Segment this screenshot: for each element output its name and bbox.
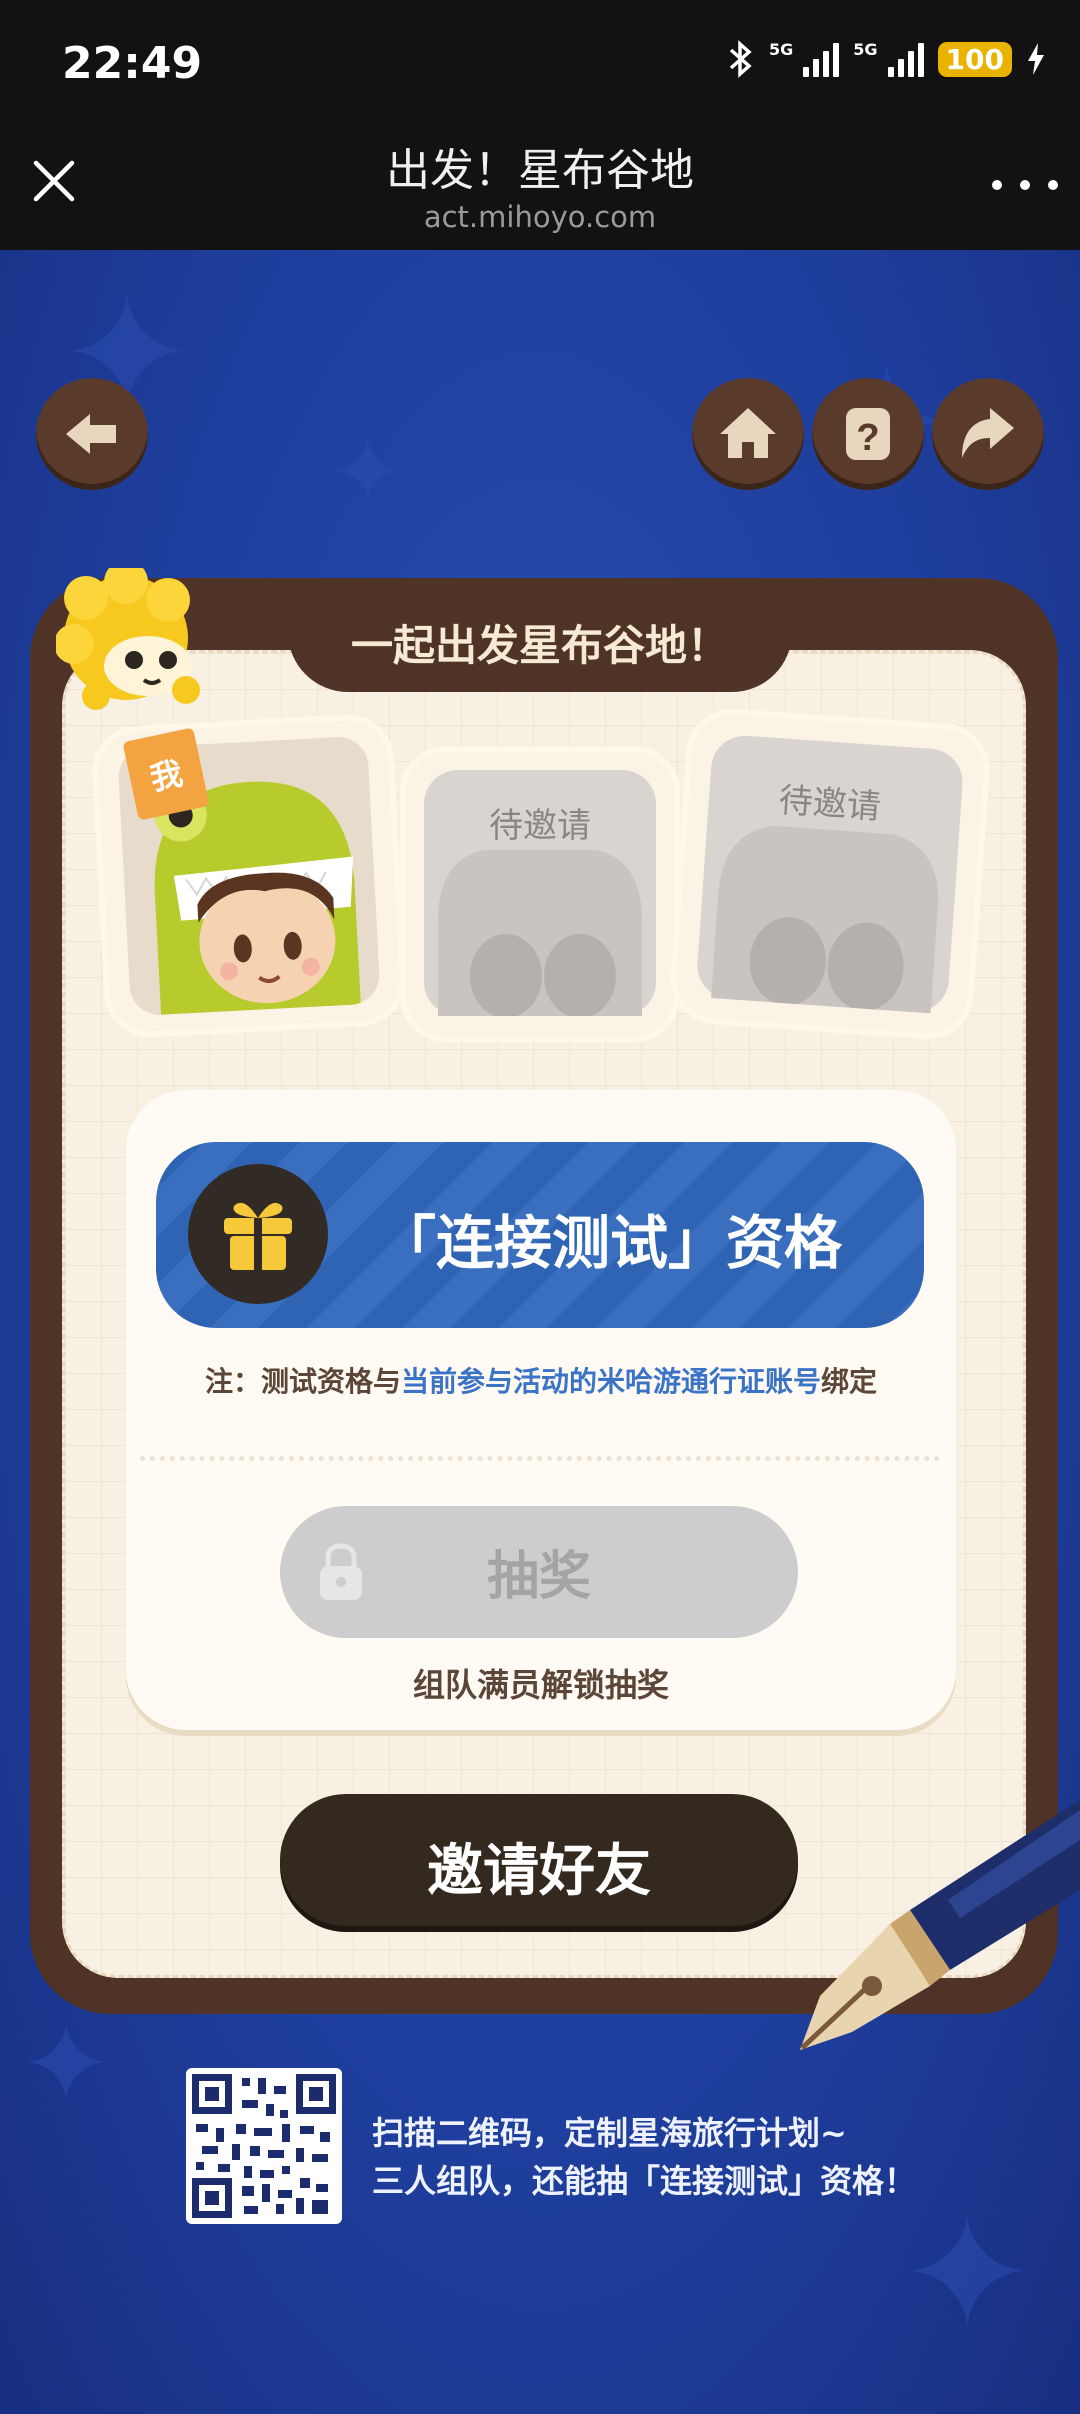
share-button[interactable] [932,378,1044,490]
footer-line-1: 扫描二维码，定制星海旅行计划~ [372,2114,847,2152]
panel-divider [140,1456,940,1461]
card-title: 一起出发星布谷地！ [350,621,729,670]
draw-button-label: 抽奖 [486,1547,591,1607]
star-decoration: ✦ [330,420,406,525]
signal-icon-1 [803,41,840,77]
pending-invite-label: 待邀请 [489,806,591,846]
share-icon [962,408,1014,458]
more-options-icon[interactable] [992,170,1058,200]
star-decoration: ✦ [900,2180,1035,2367]
svg-text:?: ? [856,417,879,459]
note-prefix: 注：测试资格与 [204,1365,401,1398]
bluetooth-icon [729,40,752,78]
qr-code[interactable] [186,2068,342,2224]
back-button[interactable] [36,378,148,490]
fountain-pen-icon [800,1800,1080,2050]
gift-badge [188,1164,328,1304]
star-decoration: ✦ [20,2000,113,2128]
home-icon [720,408,776,458]
qualification-title: 「连接测试」资格 [377,1209,842,1277]
qualification-note: 注：测试资格与当前参与活动的米哈游通行证账号绑定 [126,1360,956,1400]
network-type-1: 5G [769,40,794,59]
note-suffix: 绑定 [821,1365,878,1398]
help-button[interactable]: ? [812,378,924,490]
battery-indicator: 100 [937,41,1012,77]
gift-icon [224,1202,292,1270]
qr-code-icon [192,2074,336,2218]
invite-friends-label: 邀请好友 [427,1839,651,1904]
note-account-highlight: 当前参与活动的米哈游通行证账号 [400,1365,821,1398]
footer-line-2: 三人组队，还能抽「连接测试」资格！ [372,2162,917,2200]
charging-icon [1028,43,1044,75]
signal-icon-2 [887,41,924,77]
back-arrow-icon [66,414,116,454]
status-time: 22:49 [62,38,203,89]
help-icon: ? [846,408,890,460]
status-icons: 5G 5G 100 [727,40,1046,78]
page-url: act.mihoyo.com [423,200,657,234]
page-title: 出发！星布谷地 [386,145,694,196]
unlock-note: 组队满员解锁抽奖 [412,1666,669,1704]
lion-mascot-icon [56,568,200,710]
home-button[interactable] [692,378,804,490]
network-type-2: 5G [853,40,878,59]
